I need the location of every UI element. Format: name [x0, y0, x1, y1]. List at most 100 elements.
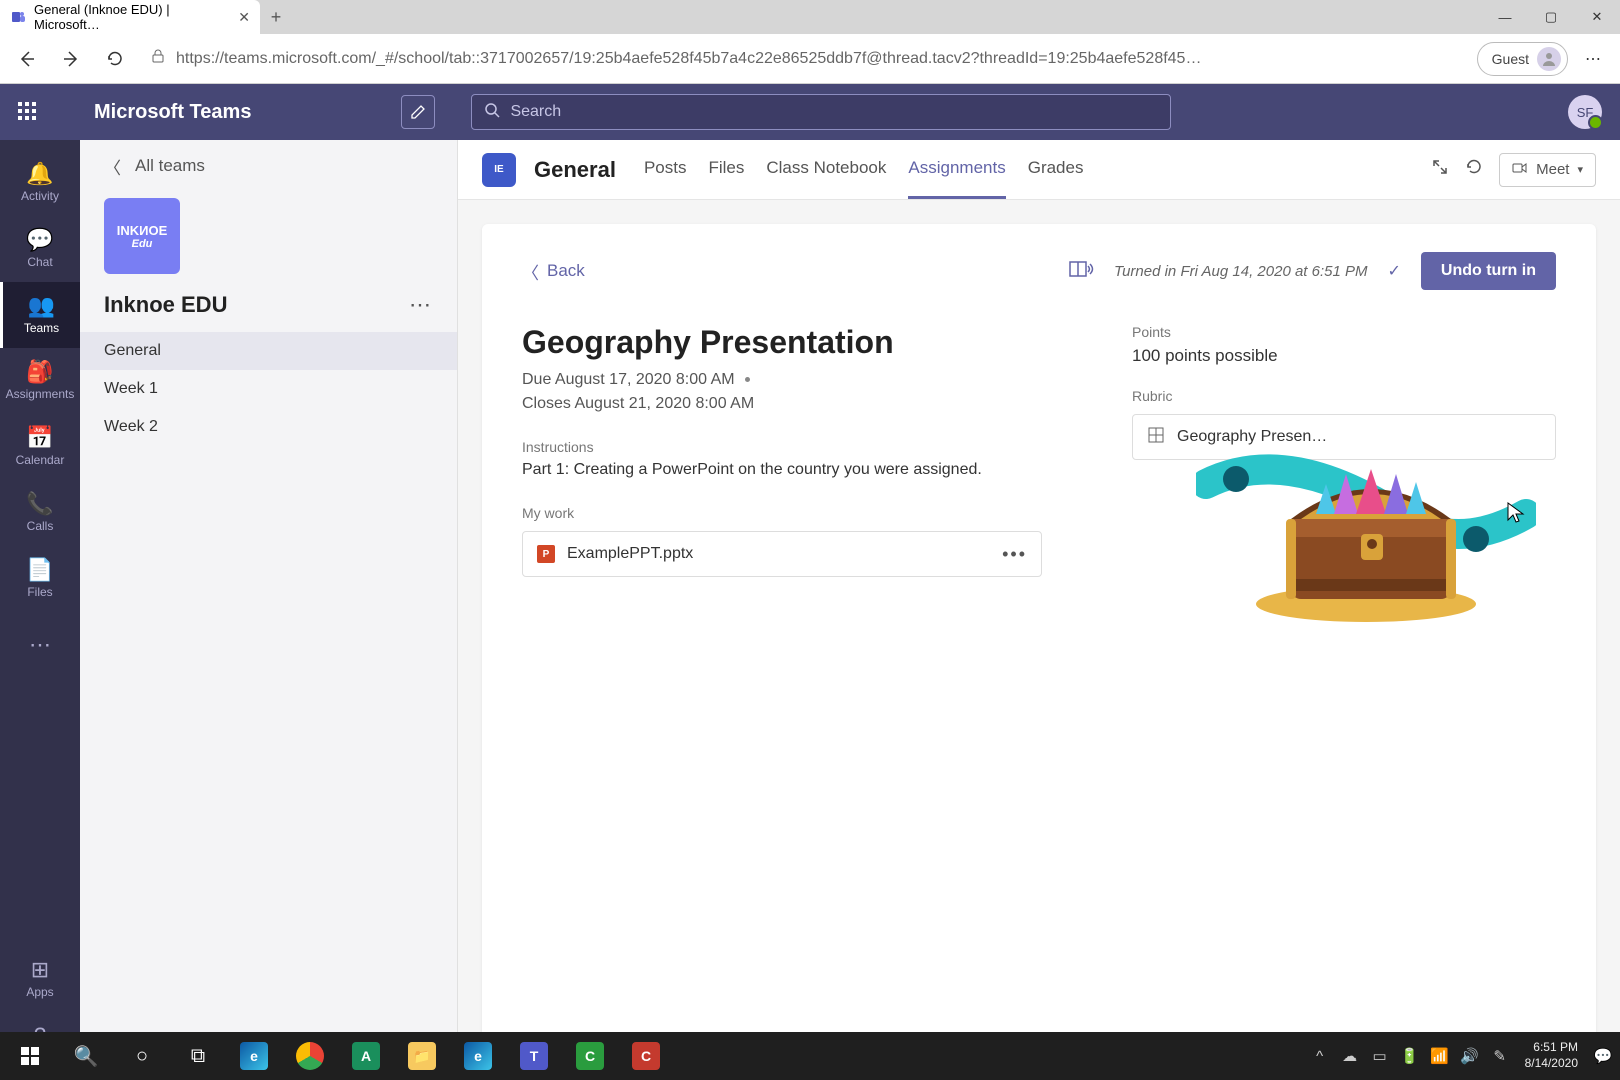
channel-week1[interactable]: Week 1	[80, 370, 457, 408]
new-tab-button[interactable]: +	[260, 7, 292, 28]
file-more-button[interactable]: •••	[1002, 544, 1027, 565]
taskbar-edge[interactable]: e	[226, 1032, 282, 1080]
search-placeholder: Search	[510, 103, 561, 121]
tray-display-icon[interactable]: ▭	[1365, 1032, 1395, 1080]
undo-turn-in-button[interactable]: Undo turn in	[1421, 252, 1556, 290]
channel-header: IE General Posts Files Class Notebook As…	[458, 140, 1620, 200]
compose-button[interactable]	[401, 95, 435, 129]
guest-label: Guest	[1492, 51, 1529, 67]
rail-assignments[interactable]: 🎒Assignments	[0, 348, 80, 414]
teams-icon: 👥	[28, 295, 55, 317]
notifications-button[interactable]: 💬	[1588, 1032, 1618, 1080]
tray-wifi-icon[interactable]: 📶	[1425, 1032, 1455, 1080]
search-icon	[484, 102, 500, 123]
expand-icon[interactable]	[1431, 158, 1449, 181]
guest-avatar-icon	[1537, 47, 1561, 71]
browser-menu-button[interactable]: ⋯	[1574, 40, 1612, 78]
tab-assignments[interactable]: Assignments	[908, 140, 1005, 199]
reload-tab-icon[interactable]	[1465, 158, 1483, 181]
points-label: Points	[1132, 324, 1556, 340]
back-button[interactable]: 〈 Back	[522, 259, 585, 284]
taskbar-edge2[interactable]: e	[450, 1032, 506, 1080]
my-work-label: My work	[522, 505, 1042, 521]
channel-sidebar: 〈 All teams INKИOE Edu Inknoe EDU ⋯ Gene…	[80, 140, 458, 1078]
search-input[interactable]: Search	[471, 94, 1171, 130]
user-avatar[interactable]: SF	[1568, 95, 1602, 129]
tray-chevron-icon[interactable]: ^	[1305, 1032, 1335, 1080]
bell-icon: 🔔	[26, 163, 53, 185]
team-more-button[interactable]: ⋯	[409, 292, 433, 318]
close-window-button[interactable]: ✕	[1574, 0, 1620, 34]
immersive-reader-icon[interactable]	[1068, 258, 1094, 285]
assignment-title: Geography Presentation	[522, 324, 1042, 361]
minimize-button[interactable]: —	[1482, 0, 1528, 34]
chevron-down-icon: ▾	[1577, 163, 1583, 176]
grid-icon	[1147, 426, 1165, 449]
team-name: Inknoe EDU	[104, 292, 227, 318]
browser-toolbar: https://teams.microsoft.com/_#/school/ta…	[0, 34, 1620, 84]
tray-volume-icon[interactable]: 🔊	[1455, 1032, 1485, 1080]
lock-icon	[150, 48, 166, 69]
taskbar-app-a[interactable]: A	[338, 1032, 394, 1080]
browser-titlebar: General (Inknoe EDU) | Microsoft… ✕ + — …	[0, 0, 1620, 34]
taskbar-teams[interactable]: T	[506, 1032, 562, 1080]
rail-teams[interactable]: 👥Teams	[0, 282, 80, 348]
browser-tab-title: General (Inknoe EDU) | Microsoft…	[34, 2, 224, 32]
taskbar-chrome[interactable]	[282, 1032, 338, 1080]
cortana-button[interactable]: ○	[114, 1032, 170, 1080]
rail-calls[interactable]: 📞Calls	[0, 480, 80, 546]
instructions-text: Part 1: Creating a PowerPoint on the cou…	[522, 461, 1042, 479]
app-rail: 🔔Activity 💬Chat 👥Teams 🎒Assignments 📅Cal…	[0, 140, 80, 1078]
close-tab-icon[interactable]: ✕	[238, 9, 250, 26]
channel-general[interactable]: General	[80, 332, 457, 370]
search-button[interactable]: 🔍	[58, 1032, 114, 1080]
browser-tab[interactable]: General (Inknoe EDU) | Microsoft… ✕	[0, 0, 260, 34]
nav-back-button[interactable]	[8, 40, 46, 78]
assignments-icon: 🎒	[26, 361, 53, 383]
tray-onedrive-icon[interactable]: ☁	[1335, 1032, 1365, 1080]
rail-calendar[interactable]: 📅Calendar	[0, 414, 80, 480]
address-bar[interactable]: https://teams.microsoft.com/_#/school/ta…	[140, 41, 1471, 77]
rail-files[interactable]: 📄Files	[0, 546, 80, 612]
taskbar-clock[interactable]: 6:51 PM 8/14/2020	[1515, 1040, 1588, 1071]
rubric-label: Rubric	[1132, 388, 1556, 404]
assignment-card: 〈 Back Turned in Fri Aug 14, 2020 at 6:5…	[482, 224, 1596, 1054]
taskbar-camtasia[interactable]: C	[562, 1032, 618, 1080]
channel-avatar: IE	[482, 153, 516, 187]
profile-button[interactable]: Guest	[1477, 42, 1568, 76]
taskbar-explorer[interactable]: 📁	[394, 1032, 450, 1080]
nav-forward-button[interactable]	[52, 40, 90, 78]
app-launcher-icon[interactable]	[18, 102, 38, 122]
tab-grades[interactable]: Grades	[1028, 140, 1084, 199]
tray-pen-icon[interactable]: ✎	[1485, 1032, 1515, 1080]
app-title: Microsoft Teams	[94, 101, 251, 124]
phone-icon: 📞	[26, 493, 53, 515]
windows-taskbar: 🔍 ○ ⧉ e A 📁 e T C C ^ ☁ ▭ 🔋 📶 🔊 ✎ 6:51 P…	[0, 1032, 1620, 1080]
rail-chat[interactable]: 💬Chat	[0, 216, 80, 282]
task-view-button[interactable]: ⧉	[170, 1032, 226, 1080]
rail-apps[interactable]: ⊞Apps	[0, 946, 80, 1012]
turned-in-status: Turned in Fri Aug 14, 2020 at 6:51 PM	[1114, 263, 1367, 280]
instructions-label: Instructions	[522, 439, 1042, 455]
calendar-icon: 📅	[26, 427, 53, 449]
start-button[interactable]	[2, 1032, 58, 1080]
refresh-button[interactable]	[96, 40, 134, 78]
chevron-left-icon: 〈	[104, 154, 121, 179]
rail-activity[interactable]: 🔔Activity	[0, 150, 80, 216]
tab-files[interactable]: Files	[708, 140, 744, 199]
powerpoint-icon: P	[537, 545, 555, 563]
apps-icon: ⊞	[31, 959, 49, 981]
tab-class-notebook[interactable]: Class Notebook	[766, 140, 886, 199]
content-area: IE General Posts Files Class Notebook As…	[458, 140, 1620, 1078]
tab-posts[interactable]: Posts	[644, 140, 687, 199]
all-teams-link[interactable]: 〈 All teams	[80, 140, 457, 192]
chevron-left-icon: 〈	[522, 259, 539, 284]
teams-app-header: Microsoft Teams Search SF	[0, 84, 1620, 140]
taskbar-recorder[interactable]: C	[618, 1032, 674, 1080]
channel-week2[interactable]: Week 2	[80, 408, 457, 446]
meet-button[interactable]: Meet ▾	[1499, 153, 1596, 187]
maximize-button[interactable]: ▢	[1528, 0, 1574, 34]
rail-more[interactable]: ⋯	[0, 612, 80, 678]
attached-file[interactable]: P ExamplePPT.pptx •••	[522, 531, 1042, 577]
tray-battery-icon[interactable]: 🔋	[1395, 1032, 1425, 1080]
